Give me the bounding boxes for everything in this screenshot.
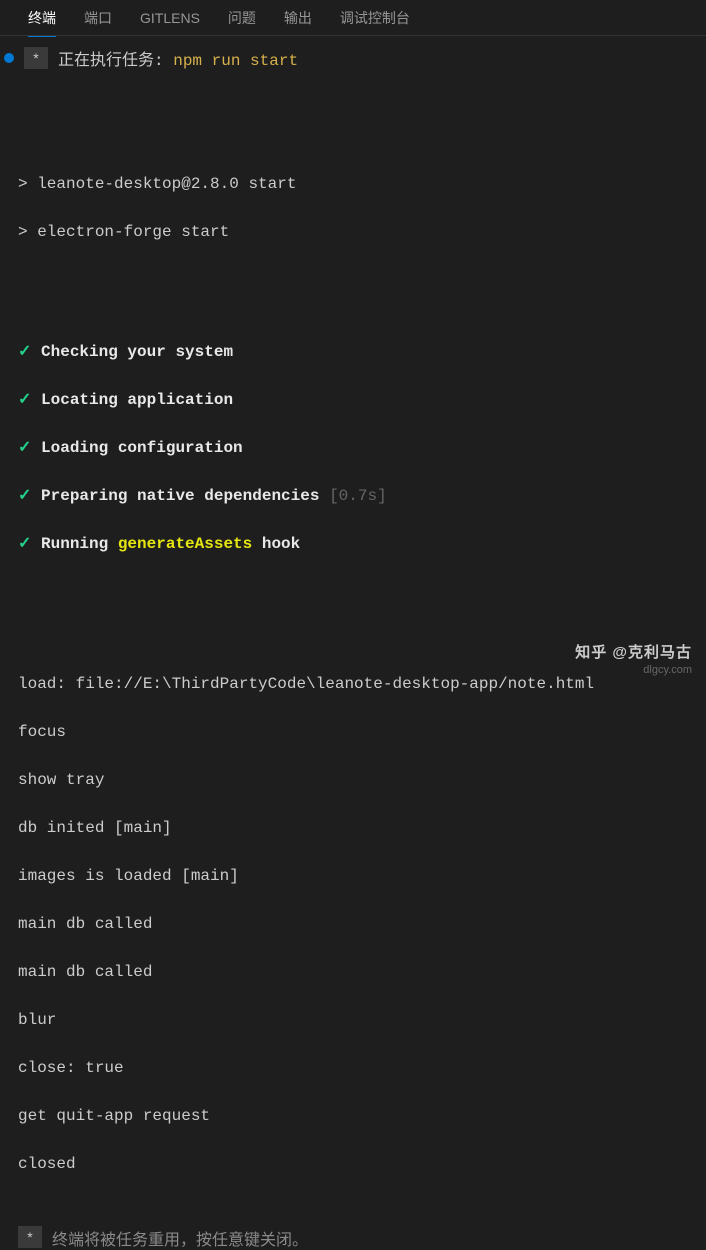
step-text: Locating application [41, 391, 233, 409]
log-line: main db called [18, 912, 688, 936]
log-line: images is loaded [main] [18, 864, 688, 888]
watermark: 知乎 @克利马古 dlgcy.com [575, 641, 692, 676]
step-text: Preparing native dependencies [41, 487, 319, 505]
step-time: [0.7s] [329, 487, 387, 505]
npm-line: > electron-forge start [18, 220, 688, 244]
terminal-footer: * 终端将被任务重用，按任意键关闭。 [0, 1226, 706, 1250]
task-label-text: 正在执行任务: [58, 52, 173, 70]
step-line: ✓ Running generateAssets hook [18, 532, 688, 556]
npm-output: > leanote-desktop@2.8.0 start > electron… [18, 148, 688, 268]
step-text: Loading configuration [41, 439, 243, 457]
prompt-icon: * [18, 1226, 42, 1248]
step-text: hook [252, 535, 300, 553]
task-label: 正在执行任务: npm run start [58, 46, 298, 70]
log-line: close: true [18, 1056, 688, 1080]
task-running-indicator-icon [4, 53, 14, 63]
check-icon: ✓ [18, 439, 31, 457]
tab-terminal[interactable]: 终端 [14, 0, 70, 36]
check-icon: ✓ [18, 343, 31, 361]
footer-text: 终端将被任务重用，按任意键关闭。 [52, 1226, 308, 1250]
step-line: ✓ Locating application [18, 388, 688, 412]
step-text: Running [41, 535, 118, 553]
log-line: show tray [18, 768, 688, 792]
tab-problems[interactable]: 问题 [214, 0, 270, 36]
step-line: ✓ Preparing native dependencies [0.7s] [18, 484, 688, 508]
panel-tabs: 终端 端口 GITLENS 问题 输出 调试控制台 [0, 0, 706, 36]
task-icon: * [24, 47, 48, 69]
check-icon: ✓ [18, 391, 31, 409]
check-icon: ✓ [18, 487, 31, 505]
watermark-main: 知乎 @克利马古 [575, 641, 692, 662]
tab-output[interactable]: 输出 [270, 0, 326, 36]
forge-steps: ✓ Checking your system ✓ Locating applic… [18, 316, 688, 580]
watermark-sub: dlgcy.com [575, 664, 692, 676]
log-line: main db called [18, 960, 688, 984]
app-logs: load: file://E:\ThirdPartyCode\leanote-d… [18, 648, 688, 1200]
log-line: blur [18, 1008, 688, 1032]
step-text: Checking your system [41, 343, 233, 361]
tab-gitlens[interactable]: GITLENS [126, 2, 214, 34]
npm-line: > leanote-desktop@2.8.0 start [18, 172, 688, 196]
step-highlight: generateAssets [118, 535, 252, 553]
task-header: * 正在执行任务: npm run start [0, 36, 706, 80]
check-icon: ✓ [18, 535, 31, 553]
step-line: ✓ Checking your system [18, 340, 688, 364]
log-line: db inited [main] [18, 816, 688, 840]
tab-debug-console[interactable]: 调试控制台 [326, 0, 424, 36]
tab-ports[interactable]: 端口 [70, 0, 126, 36]
log-line: focus [18, 720, 688, 744]
step-line: ✓ Loading configuration [18, 436, 688, 460]
log-line: closed [18, 1152, 688, 1176]
log-line: get quit-app request [18, 1104, 688, 1128]
task-command: npm run start [173, 52, 298, 70]
